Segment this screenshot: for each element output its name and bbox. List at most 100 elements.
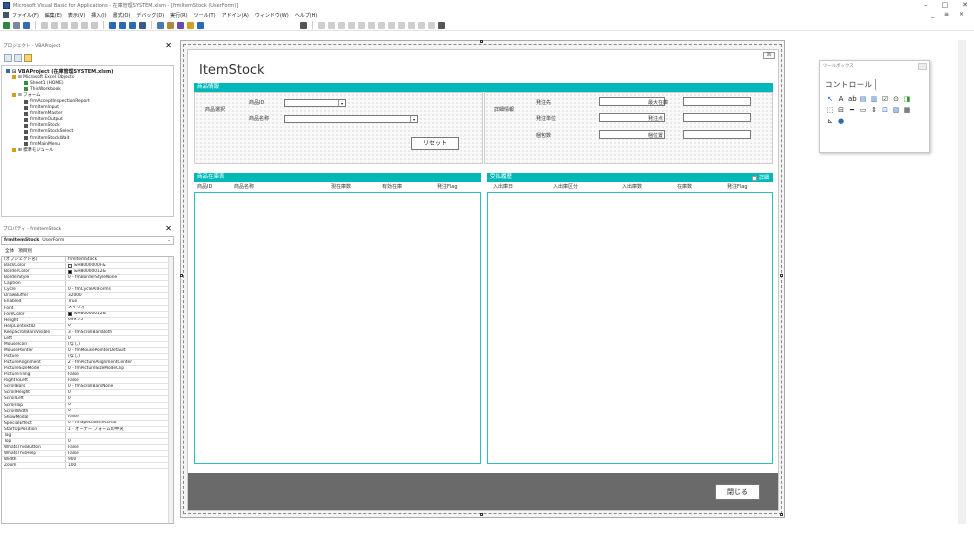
- toolbox-control-icon[interactable]: ⊡: [881, 106, 889, 114]
- property-value[interactable]: &H80000012&: [66, 269, 173, 274]
- property-value[interactable]: 0: [66, 439, 173, 444]
- resize-handle[interactable]: [480, 513, 483, 516]
- menu-format[interactable]: 書式(O): [113, 12, 131, 19]
- property-value[interactable]: 0 - fmPictureSizeModeClip: [66, 366, 173, 371]
- property-value[interactable]: False: [66, 451, 173, 456]
- help-icon[interactable]: [197, 21, 204, 29]
- property-value[interactable]: (なし): [66, 342, 173, 347]
- toolbox-control-icon[interactable]: ⬚: [826, 106, 834, 114]
- design-mode-icon[interactable]: [139, 21, 146, 29]
- toolbox-control-icon[interactable]: ⊙: [892, 95, 900, 103]
- property-value[interactable]: 0 - fmCycleAllForms: [66, 287, 173, 292]
- menu-edit[interactable]: 編集(E): [45, 12, 62, 19]
- property-value[interactable]: 0: [66, 336, 173, 341]
- property-value[interactable]: False: [66, 445, 173, 450]
- close-form-button[interactable]: 閉じる: [715, 484, 760, 500]
- find-icon[interactable]: [71, 21, 78, 29]
- toolbox-control-icon[interactable]: ●: [837, 117, 845, 125]
- userform-itemstock[interactable]: ☒ ItemStock 商品情報 商品選択 商品ID ▾ 商品名称 ▾ リセット…: [187, 49, 779, 511]
- property-value[interactable]: 699.75: [66, 318, 173, 323]
- save-icon[interactable]: [23, 21, 30, 29]
- property-value[interactable]: (なし): [66, 354, 173, 359]
- property-value[interactable]: 0: [66, 396, 173, 401]
- toolbox-control-icon[interactable]: A: [837, 95, 845, 103]
- menu-file[interactable]: ファイル(F): [12, 12, 39, 19]
- project-close-button[interactable]: ✕: [165, 41, 172, 50]
- maximize-button[interactable]: □: [942, 1, 949, 9]
- property-grid[interactable]: (オブジェクト名) frmItemStock BackColor &H8000000F…: [1, 256, 174, 524]
- property-value[interactable]: frmItemStock: [66, 257, 173, 262]
- reset-icon[interactable]: [129, 21, 136, 29]
- property-value[interactable]: [66, 433, 173, 438]
- properties-window-icon[interactable]: [167, 21, 174, 29]
- property-value[interactable]: 0: [66, 324, 173, 329]
- max-stock-input[interactable]: [683, 97, 751, 106]
- edit-toolbar-icon[interactable]: [348, 21, 355, 29]
- insert-userform-icon[interactable]: [13, 21, 20, 29]
- edit-toolbar-icon[interactable]: [408, 21, 415, 29]
- item-id-combo[interactable]: ▾: [284, 99, 346, 107]
- item-name-combo[interactable]: ▾: [284, 115, 418, 123]
- minimize-button[interactable]: –: [924, 1, 928, 9]
- toolbox-control-icon[interactable]: ▤: [859, 95, 867, 103]
- edit-toolbar-icon[interactable]: [338, 21, 345, 29]
- stock-listbox[interactable]: [194, 192, 481, 464]
- menu-run[interactable]: 実行(R): [170, 12, 187, 19]
- property-scrollbar[interactable]: [168, 257, 173, 523]
- edit-toolbar-icon[interactable]: [318, 21, 325, 29]
- order-point-input[interactable]: [683, 113, 751, 122]
- property-value[interactable]: False: [66, 378, 173, 383]
- property-value[interactable]: 3 - fmScrollBarsBoth: [66, 330, 173, 335]
- property-value[interactable]: 32000: [66, 293, 173, 298]
- vba-menu-icon[interactable]: [3, 12, 9, 18]
- property-value[interactable]: 0 - fmSpecialEffectFlat: [66, 421, 173, 426]
- property-value[interactable]: メイリオ: [66, 306, 173, 311]
- close-window-button[interactable]: ✕: [962, 1, 968, 9]
- resize-handle[interactable]: [180, 274, 183, 277]
- toolbox-control-icon[interactable]: ◨: [903, 95, 911, 103]
- toolbox-control-icon[interactable]: ▥: [870, 95, 878, 103]
- property-value[interactable]: &H80000012&: [66, 312, 173, 317]
- property-value[interactable]: False: [66, 372, 173, 377]
- property-value[interactable]: True: [66, 299, 173, 304]
- property-value[interactable]: 0 - fmScrollBarsNone: [66, 384, 173, 389]
- toolbox-control-icon[interactable]: ━: [848, 106, 856, 114]
- tab-categorized[interactable]: 項目別: [18, 248, 32, 254]
- property-value[interactable]: &H8000000F&: [66, 263, 173, 268]
- property-value[interactable]: 900: [66, 457, 173, 462]
- view-object-icon[interactable]: [14, 54, 22, 62]
- property-value[interactable]: 0 - fmMousePointerDefault: [66, 348, 173, 353]
- edit-toolbar-icon[interactable]: [378, 21, 385, 29]
- run-icon[interactable]: [109, 21, 116, 29]
- design-vertical-scrollbar[interactable]: [958, 40, 966, 524]
- property-value[interactable]: 0: [66, 390, 173, 395]
- menu-tools[interactable]: ツール(T): [194, 12, 216, 19]
- toolbox-control-icon[interactable]: ▭: [859, 106, 867, 114]
- resize-handle[interactable]: [780, 513, 783, 516]
- toolbox-control-icon[interactable]: ab: [848, 95, 857, 103]
- property-value[interactable]: 0: [66, 403, 173, 408]
- menu-addins[interactable]: アドイン(A): [222, 12, 249, 19]
- property-value[interactable]: 1 - オーナー フォームの中央: [66, 427, 173, 432]
- property-value[interactable]: [66, 281, 173, 286]
- edit-toolbar-icon[interactable]: [328, 21, 335, 29]
- toggle-folders-icon[interactable]: [24, 54, 32, 62]
- edit-toolbar-icon[interactable]: [398, 21, 405, 29]
- cut-icon[interactable]: [41, 21, 48, 29]
- toolbox-control-icon[interactable]: ⊟: [837, 106, 845, 114]
- edit-toolbar-icon[interactable]: [358, 21, 365, 29]
- toolbox-close-button[interactable]: [918, 63, 927, 70]
- edit-toolbar-icon[interactable]: [388, 21, 395, 29]
- property-value[interactable]: 100: [66, 463, 173, 468]
- toolbox-control-icon[interactable]: ▧: [892, 106, 900, 114]
- resize-handle[interactable]: [480, 40, 483, 43]
- redo-icon[interactable]: [91, 21, 98, 29]
- edit-toolbar-icon[interactable]: [428, 21, 435, 29]
- userform-close-icon[interactable]: ☒: [763, 52, 775, 59]
- toolbox-icon[interactable]: [187, 21, 194, 29]
- menu-help[interactable]: ヘルプ(H): [295, 12, 318, 19]
- properties-close-button[interactable]: ✕: [165, 224, 172, 233]
- undo-icon[interactable]: [81, 21, 88, 29]
- property-value[interactable]: False: [66, 415, 173, 420]
- menu-insert[interactable]: 挿入(I): [91, 12, 106, 19]
